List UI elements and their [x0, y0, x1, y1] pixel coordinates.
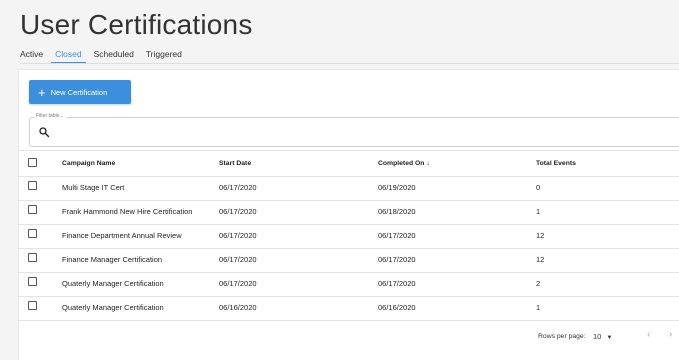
- campaign-name: Frank Hammond New Hire Certification: [62, 207, 193, 216]
- completed-on: 06/18/2020: [378, 207, 416, 216]
- page-title: User Certifications: [20, 9, 253, 40]
- column-header-completed-on[interactable]: Completed On ↓: [378, 160, 430, 167]
- row-divider: [19, 200, 679, 201]
- rows-per-page-select[interactable]: 10 ▼: [593, 332, 612, 341]
- start-date: 06/17/2020: [219, 279, 257, 288]
- campaign-name: Finance Department Annual Review: [62, 231, 182, 240]
- new-certification-button[interactable]: + New Certification: [29, 80, 131, 104]
- row-checkbox[interactable]: [28, 253, 37, 262]
- next-page-icon[interactable]: ›: [669, 329, 672, 340]
- campaign-name: Multi Stage IT Cert: [62, 183, 125, 192]
- header-divider: [19, 176, 679, 177]
- start-date: 06/17/2020: [219, 255, 257, 264]
- completed-on: 06/16/2020: [378, 303, 416, 312]
- total-events: 12: [536, 255, 545, 264]
- table-card: + New Certification Filter table... Camp…: [19, 70, 679, 360]
- total-events: 12: [536, 231, 545, 240]
- plus-icon: +: [38, 84, 46, 100]
- row-checkbox[interactable]: [28, 181, 37, 190]
- column-header-campaign-name[interactable]: Campaign Name: [62, 160, 115, 167]
- total-events: 1: [536, 303, 541, 312]
- filter-field[interactable]: Filter table...: [29, 113, 679, 147]
- rows-per-page-label: Rows per page:: [538, 333, 586, 340]
- filter-label: Filter table...: [34, 113, 66, 119]
- tab-active[interactable]: Active: [20, 46, 43, 63]
- search-icon: [39, 127, 50, 138]
- start-date: 06/17/2020: [219, 231, 257, 240]
- start-date: 06/17/2020: [219, 207, 257, 216]
- select-all-checkbox[interactable]: [28, 158, 37, 167]
- column-header-total-events[interactable]: Total Events: [536, 160, 576, 167]
- total-events: 1: [536, 207, 541, 216]
- row-divider: [19, 296, 679, 297]
- row-checkbox[interactable]: [28, 205, 37, 214]
- total-events: 0: [536, 183, 541, 192]
- tab-triggered[interactable]: Triggered: [146, 46, 182, 63]
- total-events: 2: [536, 279, 541, 288]
- row-checkbox[interactable]: [28, 277, 37, 286]
- previous-page-icon[interactable]: ‹: [647, 329, 650, 340]
- caret-down-icon: ▼: [606, 335, 613, 341]
- completed-on: 06/17/2020: [378, 255, 416, 264]
- tab-scheduled[interactable]: Scheduled: [94, 46, 134, 63]
- row-divider: [19, 248, 679, 249]
- row-divider: [19, 272, 679, 273]
- campaign-name: Quaterly Manager Certification: [62, 303, 164, 312]
- tab-bar: Active Closed Scheduled Triggered: [20, 46, 182, 64]
- completed-on-label: Completed On: [378, 160, 425, 167]
- row-divider: [19, 320, 679, 321]
- tab-closed[interactable]: Closed: [51, 46, 87, 64]
- row-checkbox[interactable]: [28, 301, 37, 310]
- campaign-name: Quaterly Manager Certification: [62, 279, 164, 288]
- row-checkbox[interactable]: [28, 229, 37, 238]
- completed-on: 06/17/2020: [378, 279, 416, 288]
- column-header-start-date[interactable]: Start Date: [219, 160, 251, 167]
- campaign-name: Finance Manager Certification: [62, 255, 163, 264]
- new-certification-label: New Certification: [50, 87, 108, 97]
- rows-per-page-value: 10: [593, 332, 602, 341]
- header-top-divider: [19, 150, 679, 151]
- start-date: 06/16/2020: [219, 303, 257, 312]
- filter-input[interactable]: [56, 124, 660, 141]
- completed-on: 06/17/2020: [378, 231, 416, 240]
- start-date: 06/17/2020: [219, 183, 257, 192]
- tab-divider: [20, 63, 679, 64]
- completed-on: 06/19/2020: [378, 183, 416, 192]
- sort-descending-icon: ↓: [426, 160, 430, 167]
- row-divider: [19, 224, 679, 225]
